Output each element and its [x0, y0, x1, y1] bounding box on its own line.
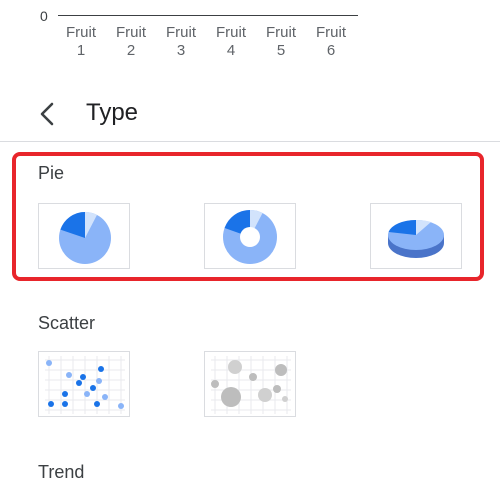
donut-chart-option[interactable] — [204, 203, 296, 269]
x-tick-label: Fruit 6 — [316, 24, 346, 59]
3d-pie-chart-icon — [388, 219, 444, 258]
axis-zero-label: 0 — [40, 8, 48, 24]
donut-chart-icon — [223, 210, 277, 264]
x-tick-label: Fruit 3 — [166, 24, 196, 59]
scatter-chart-option[interactable] — [38, 351, 130, 417]
bubble-chart-option[interactable] — [204, 351, 296, 417]
x-tick-label: Fruit 2 — [116, 24, 146, 59]
pie-chart-option[interactable] — [38, 203, 130, 269]
chart-preview: 0 Fruit 1 Fruit 2 Fruit 3 Fruit 4 Fruit 5 Fru… — [0, 0, 500, 80]
x-axis-line — [58, 15, 358, 16]
pie-chart-icon — [59, 211, 111, 264]
section-label-pie: Pie — [38, 163, 65, 183]
section-label-trend: Trend — [38, 462, 85, 482]
scatter-chart-icon — [45, 356, 125, 414]
x-tick-label: Fruit 5 — [266, 24, 296, 59]
x-tick-label: Fruit 4 — [216, 24, 246, 59]
section-label-scatter: Scatter — [38, 313, 96, 333]
type-header — [0, 90, 500, 142]
page-title: Type — [86, 99, 139, 126]
chevron-left-icon[interactable] — [34, 98, 62, 130]
header-divider — [0, 141, 500, 142]
bubble-chart-icon — [211, 356, 291, 414]
x-tick-label: Fruit 1 — [66, 24, 96, 59]
3d-pie-chart-option[interactable] — [370, 203, 462, 269]
